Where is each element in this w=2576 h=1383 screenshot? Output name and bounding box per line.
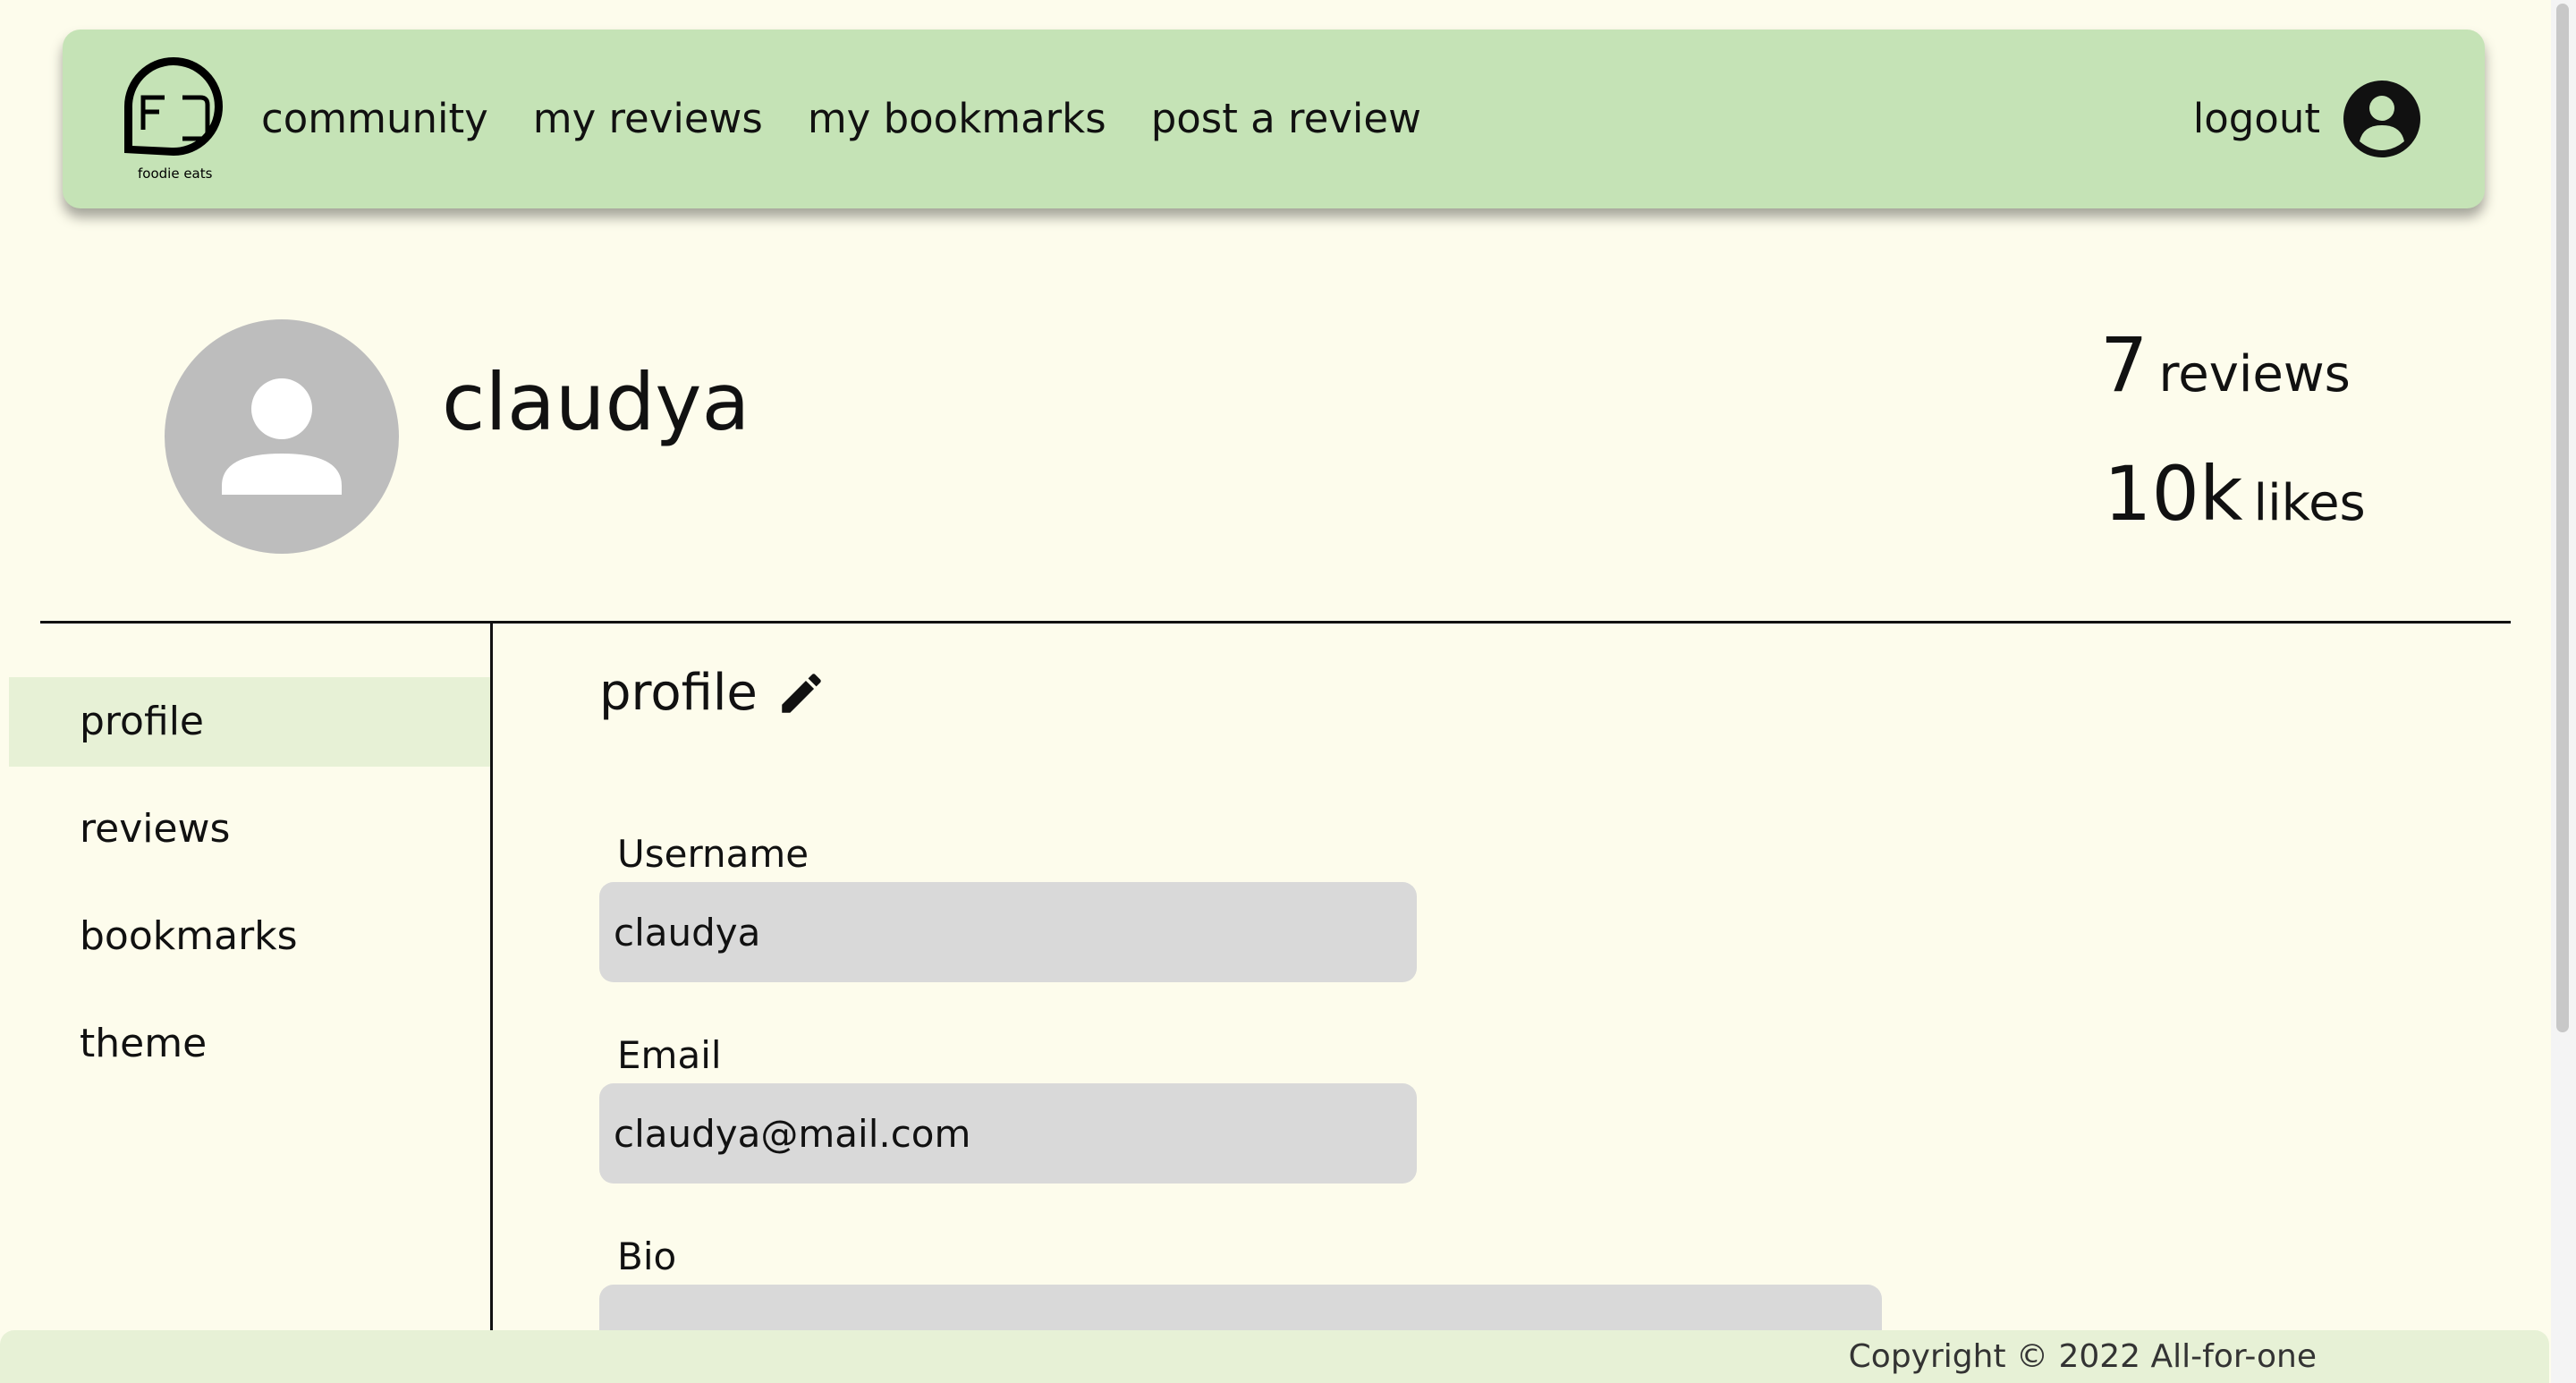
copyright-text: Copyright © 2022 All-for-one	[1848, 1338, 2317, 1375]
nav-link-community[interactable]: community	[261, 92, 488, 146]
sidebar-item-reviews[interactable]: reviews	[9, 785, 490, 874]
account-circle-icon[interactable]	[2342, 79, 2422, 159]
username-input[interactable]	[599, 882, 1417, 982]
section-title-text: profile	[599, 664, 758, 722]
username-label: Username	[617, 832, 809, 876]
reviews-stat: 7 reviews	[2100, 320, 2351, 420]
top-navbar: foodie eats community my reviews my book…	[63, 30, 2485, 208]
email-label: Email	[617, 1033, 722, 1077]
section-title: profile	[599, 662, 827, 725]
likes-count-label: likes	[2253, 474, 2366, 532]
profile-avatar	[165, 319, 399, 554]
email-input[interactable]	[599, 1083, 1417, 1184]
sidebar-divider	[490, 621, 493, 1332]
reviews-count-label: reviews	[2158, 345, 2351, 403]
scrollbar-thumb[interactable]	[2556, 4, 2569, 1032]
page-scrollbar[interactable]	[2551, 0, 2576, 1383]
logout-area: logout	[2193, 79, 2422, 159]
sidebar-item-profile[interactable]: profile	[9, 677, 490, 767]
bio-label: Bio	[617, 1235, 677, 1278]
sidebar-item-theme[interactable]: theme	[9, 999, 490, 1089]
svg-text:foodie eats: foodie eats	[138, 165, 213, 182]
likes-count: 10k	[2104, 450, 2243, 538]
header-divider	[40, 621, 2511, 624]
reviews-count: 7	[2100, 321, 2148, 409]
foodie-eats-logo[interactable]: foodie eats	[111, 53, 245, 187]
settings-sidebar: profile reviews bookmarks theme	[9, 677, 490, 1107]
edit-pencil-icon[interactable]	[775, 667, 827, 719]
nav-link-my-reviews[interactable]: my reviews	[533, 92, 763, 146]
nav-link-my-bookmarks[interactable]: my bookmarks	[808, 92, 1106, 146]
footer: Copyright © 2022 All-for-one	[0, 1330, 2549, 1383]
likes-stat: 10k likes	[2104, 449, 2366, 548]
logout-link[interactable]: logout	[2193, 92, 2320, 146]
sidebar-item-bookmarks[interactable]: bookmarks	[9, 892, 490, 981]
profile-username-title: claudya	[442, 356, 750, 448]
nav-link-post-a-review[interactable]: post a review	[1151, 92, 1421, 146]
